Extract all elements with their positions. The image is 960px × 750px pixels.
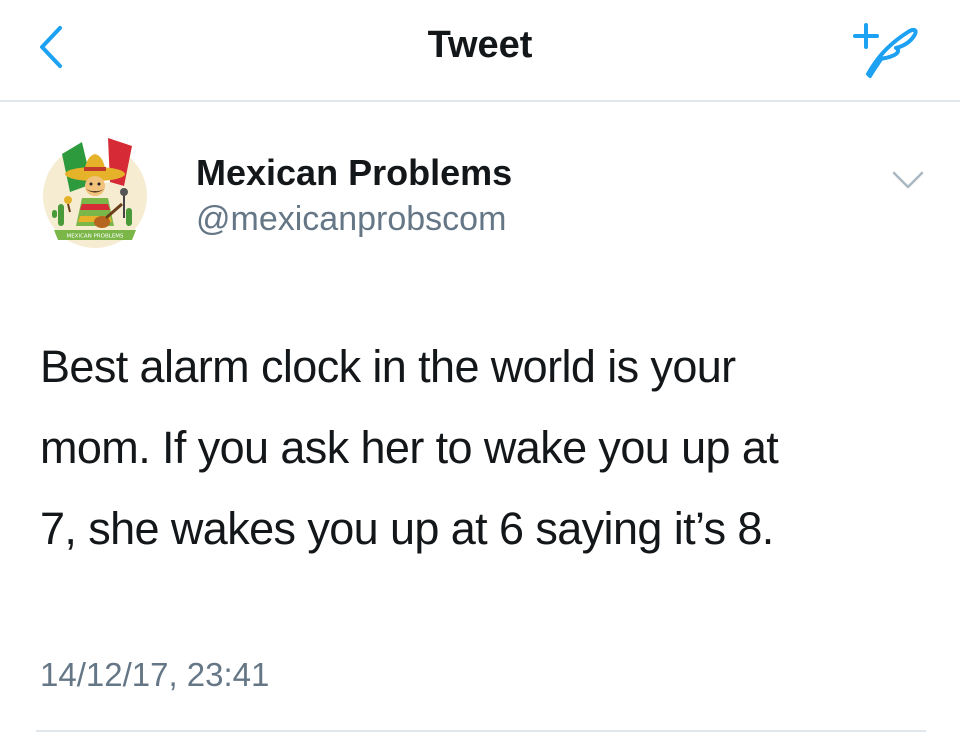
tweet-timestamp: 14/12/17, 23:41	[40, 656, 270, 693]
author-handle[interactable]: @mexicanprobscom	[196, 200, 506, 239]
compose-tweet-button[interactable]	[848, 20, 918, 78]
tweet-text-line: Best alarm clock in the world is your	[40, 341, 736, 392]
page-title: Tweet	[427, 24, 533, 66]
chevron-down-icon	[892, 171, 924, 189]
mexican-problems-logo: MEXICAN PROBLEMS	[43, 138, 147, 248]
divider	[36, 730, 926, 732]
tweet-detail-screen: Tweet MEXICAN PROBLEMS Mexican Problems …	[0, 0, 960, 750]
avatar-banner-text: MEXICAN PROBLEMS	[66, 234, 124, 240]
author-display-name[interactable]: Mexican Problems	[196, 152, 512, 194]
page-title-wrap: Tweet	[0, 24, 960, 67]
back-button[interactable]	[30, 22, 76, 72]
tweet-text-line: mom. If you ask her to wake you up at	[40, 422, 779, 473]
tweet-text-line: 7, she wakes you up at 6 saying it’s 8.	[40, 503, 774, 554]
compose-tweet-icon	[853, 23, 918, 78]
avatar[interactable]: MEXICAN PROBLEMS	[40, 134, 150, 258]
tweet-menu-button[interactable]	[888, 166, 928, 194]
chevron-left-icon	[40, 26, 62, 68]
navigation-bar: Tweet	[0, 0, 960, 102]
tweet-text: Best alarm clock in the world is your mo…	[40, 326, 930, 569]
